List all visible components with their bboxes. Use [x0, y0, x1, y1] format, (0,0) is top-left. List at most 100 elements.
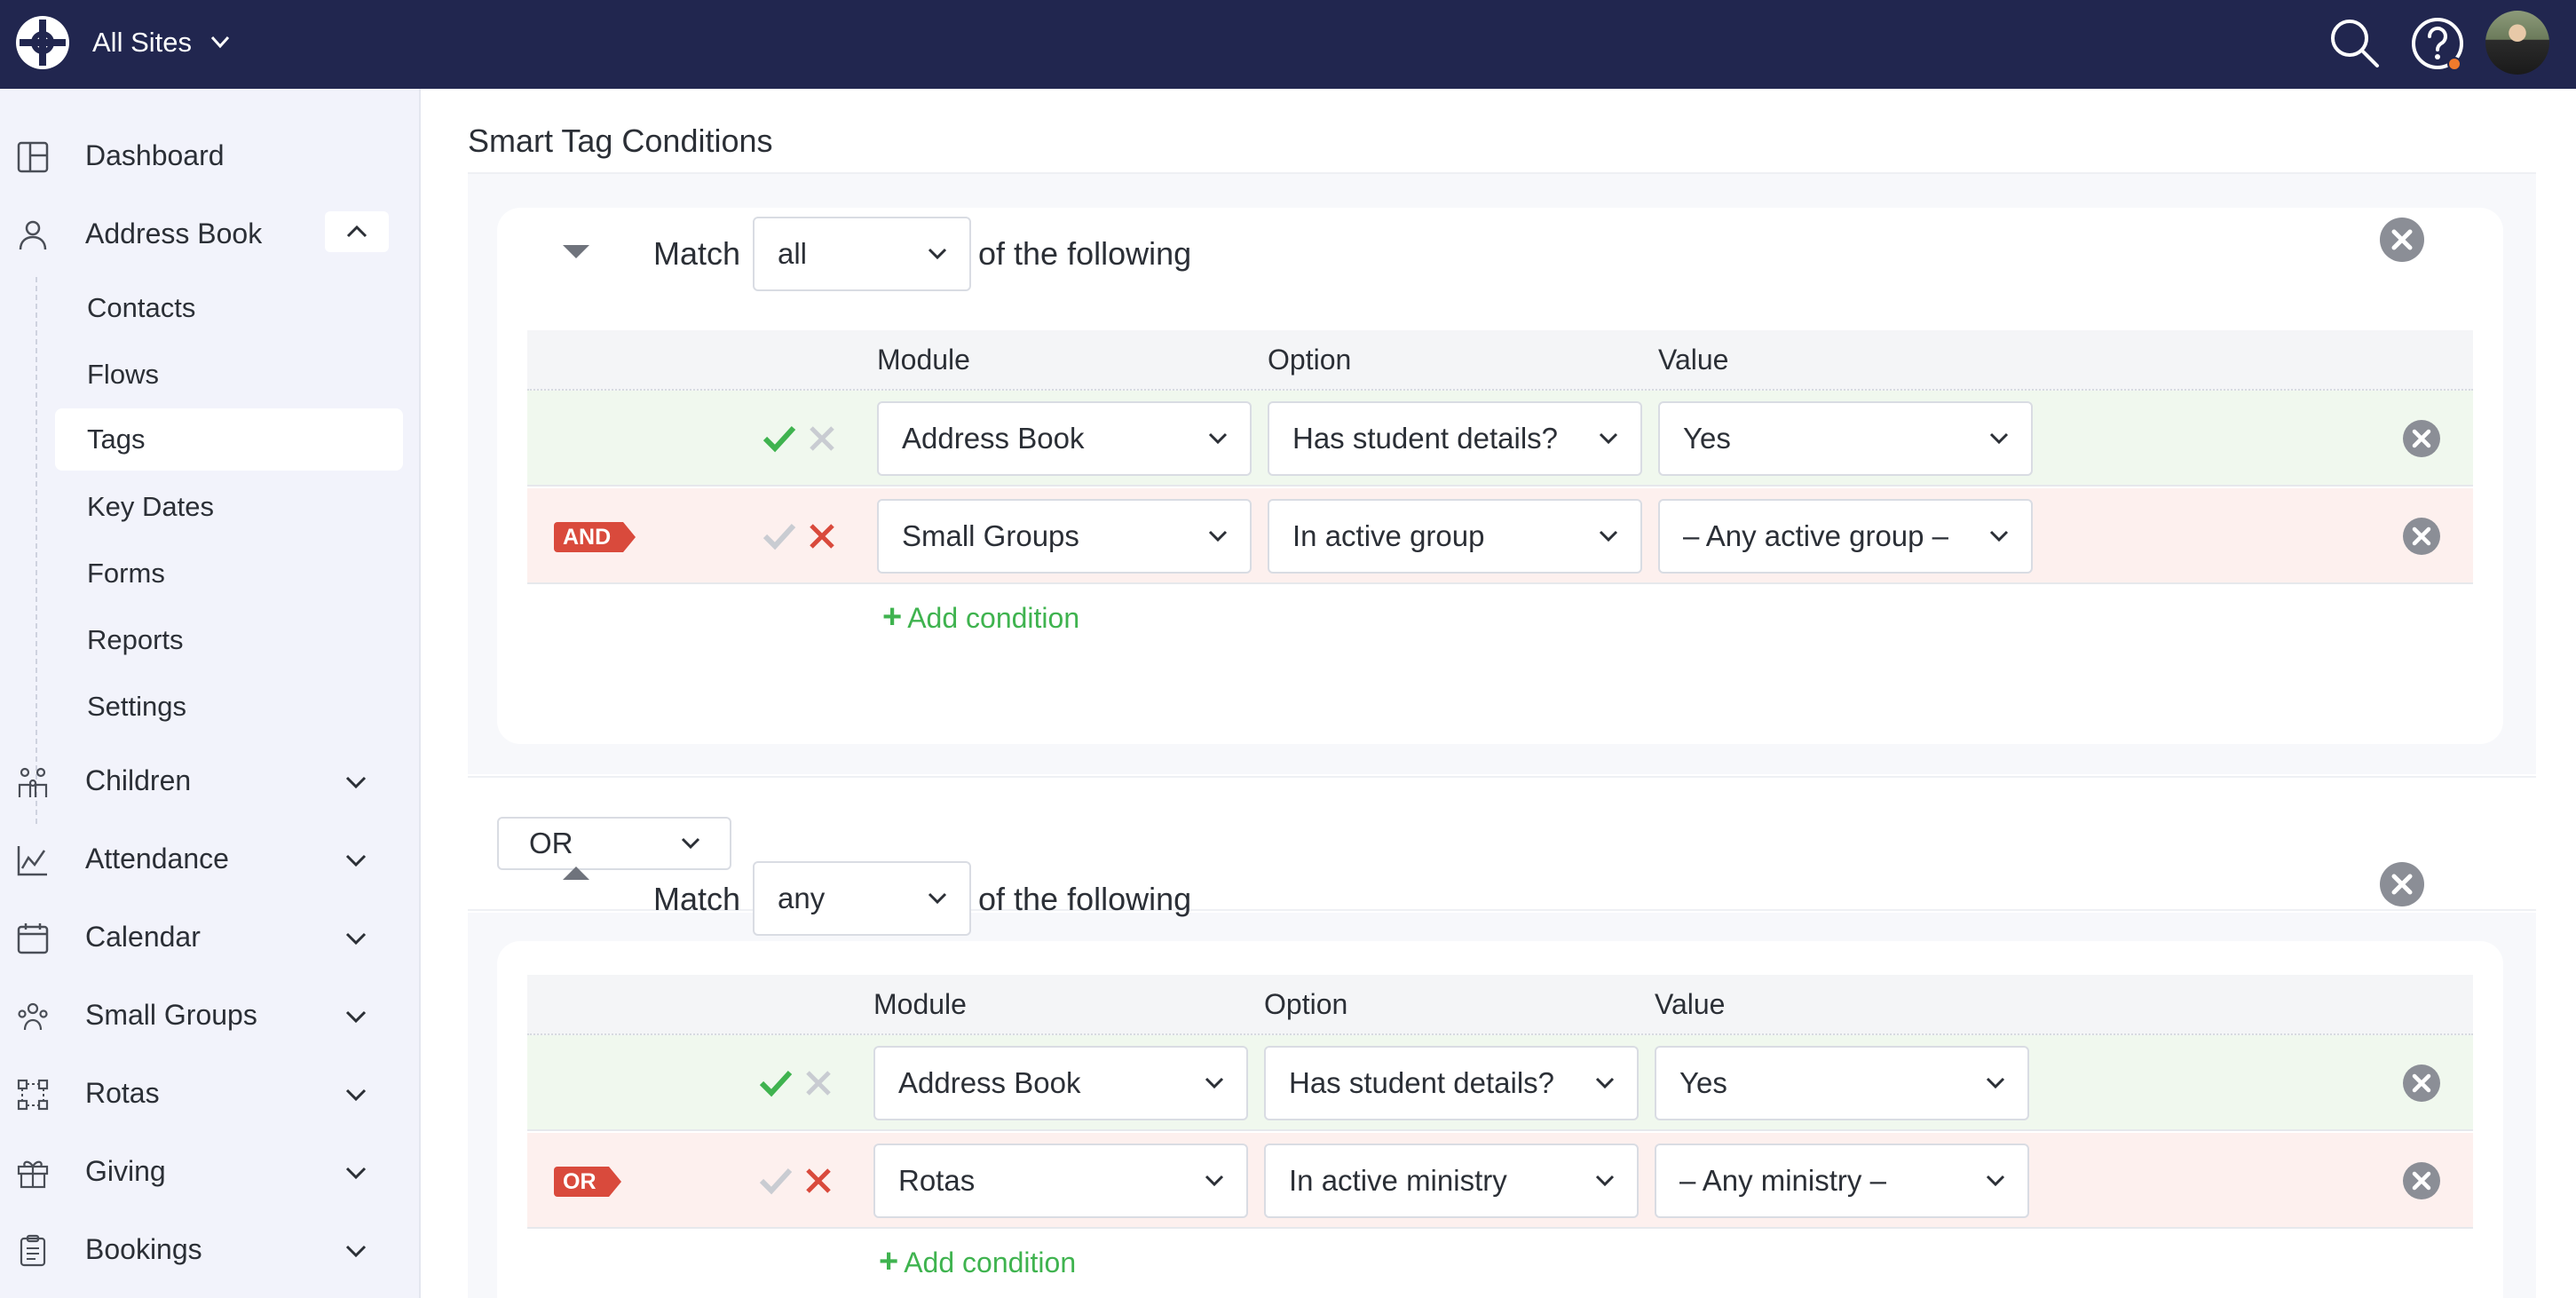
clipboard-icon [20, 1234, 46, 1267]
chevron-down-icon [1205, 1175, 1224, 1187]
chevron-down-icon [681, 837, 700, 850]
subitem-label: Key Dates [87, 491, 215, 522]
option-select[interactable]: In active ministry [1264, 1144, 1639, 1218]
chevron-down-icon [345, 1167, 367, 1180]
condition-row: Address Book Has student details? Yes [527, 391, 2473, 487]
check-icon[interactable] [756, 1161, 795, 1200]
match-select[interactable]: all [753, 217, 971, 291]
sidebar-subitem-reports[interactable]: Reports [55, 609, 403, 671]
match-select[interactable]: any [753, 861, 971, 936]
sidebar-item-small-groups[interactable]: Small Groups [0, 984, 419, 1046]
search-icon[interactable] [2326, 14, 2382, 71]
sidebar-item-label: Address Book [85, 218, 263, 249]
chevron-down-icon [928, 892, 947, 905]
chevron-down-icon [345, 776, 367, 789]
remove-group-icon[interactable] [2379, 861, 2425, 907]
match-suffix-label: of the following [978, 235, 1192, 272]
close-icon[interactable] [801, 1163, 836, 1199]
remove-condition-icon[interactable] [2402, 1064, 2441, 1103]
sidebar-item-rotas[interactable]: Rotas [0, 1062, 419, 1124]
sidebar-item-giving[interactable]: Giving [0, 1140, 419, 1202]
select-value: Rotas [898, 1164, 976, 1197]
top-bar: All Sites [0, 0, 2576, 89]
avatar[interactable] [2485, 11, 2549, 75]
sidebar-item-calendar[interactable]: Calendar [0, 906, 419, 968]
chart-icon [17, 846, 47, 876]
select-value: Yes [1679, 1066, 1727, 1099]
column-header-value: Value [1655, 988, 1726, 1020]
option-select[interactable]: In active group [1268, 499, 1642, 574]
chevron-down-icon [1989, 530, 2009, 542]
site-selector-label[interactable]: All Sites [92, 25, 192, 60]
page-title: Smart Tag Conditions [468, 123, 773, 159]
module-select[interactable]: Small Groups [877, 499, 1252, 574]
value-select[interactable]: – Any ministry – [1655, 1144, 2029, 1218]
sidebar-item-bookings[interactable]: Bookings [0, 1218, 419, 1280]
option-select[interactable]: Has student details? [1264, 1046, 1639, 1120]
logic-badge: AND [554, 522, 636, 552]
sidebar-item-address-book[interactable]: Address Book [0, 202, 419, 265]
logic-badge: OR [554, 1167, 620, 1197]
add-condition-button[interactable]: + Add condition [882, 598, 1079, 637]
close-icon[interactable] [804, 421, 840, 456]
collapse-toggle[interactable] [325, 211, 389, 252]
chevron-down-icon [1599, 530, 1618, 542]
match-suffix-label: of the following [978, 881, 1192, 917]
remove-condition-icon[interactable] [2402, 517, 2441, 556]
add-condition-label: Add condition [907, 602, 1080, 634]
module-select[interactable]: Rotas [873, 1144, 1248, 1218]
chevron-down-icon [1986, 1077, 2005, 1089]
sidebar-item-attendance[interactable]: Attendance [0, 827, 419, 890]
remove-group-icon[interactable] [2379, 217, 2425, 263]
value-select[interactable]: Yes [1655, 1046, 2029, 1120]
sidebar-subitem-tags[interactable]: Tags [55, 408, 403, 471]
select-value: all [778, 237, 808, 270]
chevron-down-icon [928, 248, 947, 260]
sidebar-item-dashboard[interactable]: Dashboard [0, 124, 419, 186]
group-logic-select[interactable]: OR [497, 817, 731, 870]
chevron-down-icon [1595, 1175, 1615, 1187]
plus-icon: + [882, 598, 903, 636]
column-header-module: Module [877, 344, 970, 376]
check-icon[interactable] [760, 517, 799, 556]
sidebar-subitem-key-dates[interactable]: Key Dates [55, 476, 403, 538]
collapse-triangle-icon[interactable] [563, 245, 589, 258]
close-icon[interactable] [804, 518, 840, 554]
chevron-down-icon [1595, 1077, 1615, 1089]
option-select[interactable]: Has student details? [1268, 401, 1642, 476]
chevron-down-icon [1208, 432, 1228, 445]
remove-condition-icon[interactable] [2402, 1161, 2441, 1200]
logo-icon[interactable] [14, 14, 71, 71]
add-condition-button[interactable]: + Add condition [879, 1243, 1076, 1281]
chevron-down-icon [345, 854, 367, 867]
expand-triangle-icon[interactable] [563, 867, 589, 880]
sidebar-item-children[interactable]: Children [0, 749, 419, 811]
match-label: Match [653, 881, 741, 917]
subitem-label: Forms [87, 558, 165, 589]
close-icon[interactable] [801, 1065, 836, 1101]
rotas-icon [17, 1079, 49, 1111]
sidebar-subitem-forms[interactable]: Forms [55, 542, 403, 605]
sidebar-item-label: Dashboard [85, 139, 225, 171]
value-select[interactable]: – Any active group – [1658, 499, 2033, 574]
select-value: In active group [1292, 519, 1485, 552]
chevron-down-icon [345, 1010, 367, 1024]
sidebar-subitem-settings[interactable]: Settings [55, 676, 403, 738]
subitem-label: Settings [87, 691, 187, 722]
module-select[interactable]: Address Book [877, 401, 1252, 476]
sidebar-subitem-contacts[interactable]: Contacts [55, 277, 403, 339]
check-icon[interactable] [760, 419, 799, 458]
notification-dot [2447, 57, 2461, 71]
column-header-module: Module [873, 988, 967, 1020]
value-select[interactable]: Yes [1658, 401, 2033, 476]
module-select[interactable]: Address Book [873, 1046, 1248, 1120]
chevron-down-icon[interactable] [207, 28, 233, 55]
column-header-value: Value [1658, 344, 1729, 376]
remove-condition-icon[interactable] [2402, 419, 2441, 458]
sidebar-item-label: Rotas [85, 1077, 160, 1109]
add-condition-label: Add condition [904, 1247, 1077, 1278]
sidebar-subitem-flows[interactable]: Flows [55, 344, 403, 406]
submenu-guide-line [36, 277, 37, 824]
select-value: OR [529, 827, 573, 859]
check-icon[interactable] [756, 1064, 795, 1103]
